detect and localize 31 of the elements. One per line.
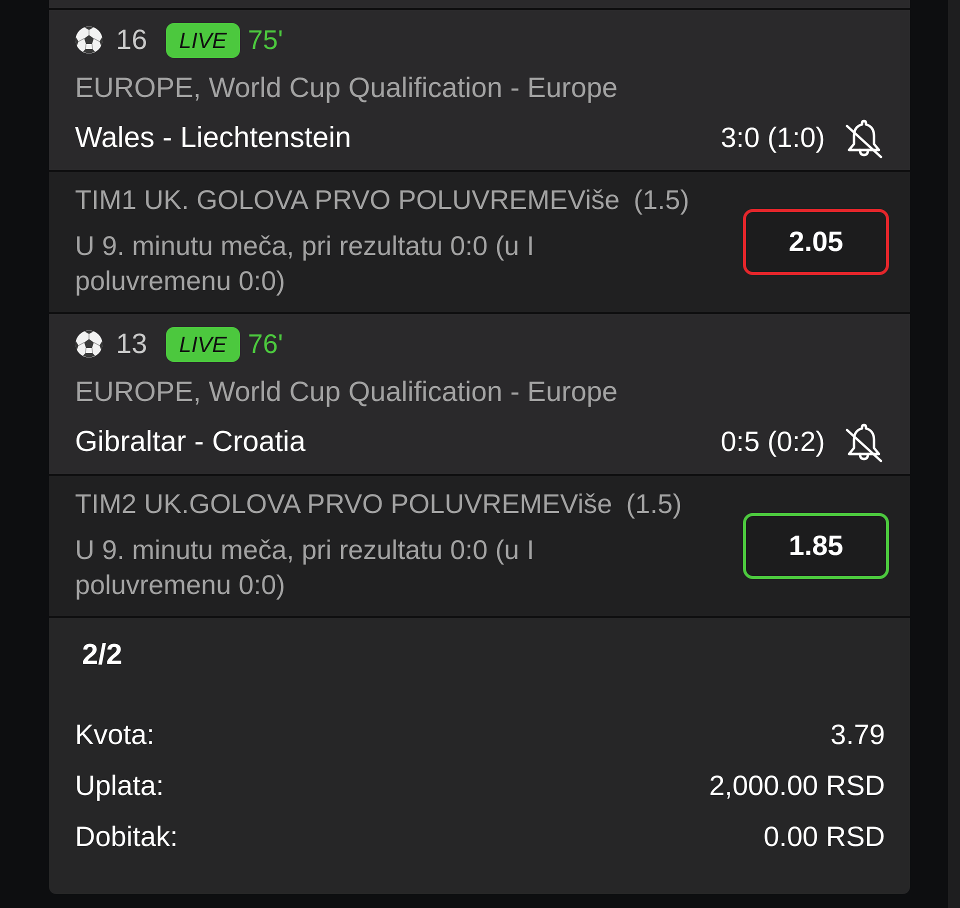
- match-number: 13: [116, 327, 148, 361]
- live-badge: LIVE: [166, 22, 240, 58]
- market-line: (1.5): [634, 184, 690, 217]
- match-score: 0:5 (0:2): [720, 425, 825, 459]
- team-names: Gibraltar - Croatia: [75, 425, 306, 460]
- odds-button[interactable]: 2.05: [743, 209, 889, 275]
- match-score: 3:0 (1:0): [720, 121, 825, 155]
- live-badge: LIVE: [166, 326, 240, 362]
- odds-button[interactable]: 1.85: [743, 513, 889, 579]
- selection-count: 2/2: [81, 638, 124, 672]
- bell-off-icon[interactable]: [843, 117, 885, 159]
- market-name: TIM1 UK. GOLOVA PRVO POLUVREMEViše: [75, 184, 620, 217]
- bell-off-icon[interactable]: [843, 421, 885, 463]
- soccer-ball-icon: [75, 330, 103, 358]
- soccer-ball-icon: [75, 26, 103, 54]
- summary-label: Dobitak:: [75, 820, 178, 854]
- summary-label: Kvota:: [75, 718, 154, 752]
- league-name: EUROPE, World Cup Qualification - Europe: [75, 375, 619, 409]
- team-names: Wales - Liechtenstein: [75, 121, 352, 156]
- summary-value: 3.79: [830, 718, 885, 752]
- match-minute: 75': [248, 24, 284, 57]
- summary-value: 2,000.00 RSD: [709, 768, 885, 802]
- match-minute: 76': [248, 328, 284, 361]
- market-name: TIM2 UK.GOLOVA PRVO POLUVREMEViše: [75, 488, 612, 521]
- market-description: U 9. minutu meča, pri rezultatu 0:0 (u I poluvremenu 0:0): [75, 534, 536, 602]
- summary-label: Uplata:: [75, 768, 164, 802]
- summary-value: 0.00 RSD: [764, 820, 885, 854]
- match-number: 16: [116, 23, 148, 57]
- market-line: (1.5): [626, 488, 682, 521]
- league-name: EUROPE, World Cup Qualification - Europe: [75, 71, 619, 105]
- market-description: U 9. minutu meča, pri rezultatu 0:0 (u I poluvremenu 0:0): [75, 230, 536, 298]
